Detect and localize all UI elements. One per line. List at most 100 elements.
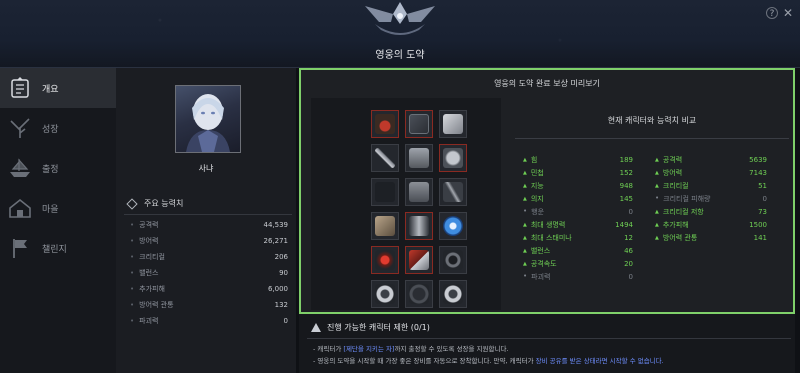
item-slot-artifact-2[interactable] xyxy=(405,280,433,308)
item-slot-boots[interactable] xyxy=(439,178,467,206)
compare-row: 의지 145 xyxy=(523,193,633,205)
stat-row: 파괴력 0 xyxy=(130,314,288,328)
compare-row: 방어력 관통 141 xyxy=(655,232,767,244)
diamond-icon xyxy=(126,197,138,210)
item-slot-cloak[interactable] xyxy=(405,212,433,240)
item-slot-ring-red[interactable] xyxy=(371,246,399,274)
stat-label: 밸런스 xyxy=(130,268,158,278)
item-slot-emblem[interactable] xyxy=(439,212,467,240)
equipment-grid xyxy=(311,98,501,310)
armor-icon xyxy=(409,148,429,168)
sidebar-item-overview[interactable]: 개요 xyxy=(0,68,116,108)
compare-label: 행운 xyxy=(523,207,544,217)
compare-value: 12 xyxy=(624,234,633,242)
stat-row: 추가피해 6,000 xyxy=(130,282,288,296)
stat-value: 0 xyxy=(283,317,288,325)
compare-value: 145 xyxy=(619,195,633,203)
sidebar-item-label: 마을 xyxy=(42,204,59,215)
item-slot-armor[interactable] xyxy=(405,144,433,172)
compare-label: 최대 생명력 xyxy=(523,220,565,230)
stat-row: 방어력 26,271 xyxy=(130,234,288,248)
weapon-icon xyxy=(375,148,395,168)
gloves-icon xyxy=(443,148,463,168)
notice-text: - 캐릭터가 xyxy=(313,345,344,353)
compare-row: 행운 0 xyxy=(523,206,633,218)
compare-row: 파괴력 0 xyxy=(523,271,633,283)
close-icon[interactable]: ✕ xyxy=(782,7,794,19)
header-banner: 영웅의 도약 ? ✕ xyxy=(0,0,800,68)
compare-value: 0 xyxy=(762,195,767,203)
character-portrait[interactable] xyxy=(175,85,241,153)
item-slot-necklace[interactable] xyxy=(405,110,433,138)
earring-icon xyxy=(375,114,395,134)
compare-title: 현재 캐릭터와 능력치 비교 xyxy=(607,116,697,125)
compare-row: 힘 189 xyxy=(523,154,633,166)
stat-value: 44,539 xyxy=(263,221,289,229)
compare-label: 크리티컬 저항 xyxy=(655,207,704,217)
red-ring-icon xyxy=(375,250,395,270)
tree-icon xyxy=(10,118,30,138)
sidebar-item-expedition[interactable]: 출정 xyxy=(0,148,116,188)
item-slot-belt[interactable] xyxy=(405,246,433,274)
compare-label: 추가피해 xyxy=(655,220,689,230)
compare-row: 추가피해 1500 xyxy=(655,219,767,231)
flag-icon xyxy=(13,239,27,258)
stats-header: 주요 능력치 xyxy=(126,197,183,210)
compare-row: 최대 생명력 1494 xyxy=(523,219,633,231)
sidebar-item-growth[interactable]: 성장 xyxy=(0,108,116,148)
sidebar-item-village[interactable]: 마을 xyxy=(0,188,116,228)
stat-value: 26,271 xyxy=(263,237,289,245)
stat-label: 추가피해 xyxy=(130,284,165,294)
compare-value: 0 xyxy=(628,208,633,216)
stat-value: 6,000 xyxy=(267,285,288,293)
item-slot-earring[interactable] xyxy=(371,110,399,138)
stat-row: 공격력 44,539 xyxy=(130,218,288,232)
sidebar-item-label: 챌린지 xyxy=(42,244,67,255)
compare-value: 141 xyxy=(753,234,767,242)
compare-value: 20 xyxy=(624,260,633,268)
sidebar-item-label: 개요 xyxy=(42,84,59,95)
sidebar-item-label: 출정 xyxy=(42,164,59,175)
sidebar: 개요 성장 출정 마을 챌린지 xyxy=(0,68,116,373)
compare-row: 크리티컬 피해량 0 xyxy=(655,193,767,205)
compare-value: 46 xyxy=(624,247,633,255)
preview-title: 영웅의 도약 완료 보상 미리보기 xyxy=(494,79,600,88)
compare-label: 크리티컬 xyxy=(655,181,689,191)
item-slot-pants[interactable] xyxy=(405,178,433,206)
item-slot-artifact-1[interactable] xyxy=(371,280,399,308)
compare-label: 공격력 xyxy=(655,155,682,165)
gem-ring-icon xyxy=(375,284,395,304)
empty-slot-icon xyxy=(375,182,395,202)
compare-label: 최대 스태미나 xyxy=(523,233,572,243)
compare-value: 152 xyxy=(619,169,633,177)
stat-label: 공격력 xyxy=(130,220,158,230)
cloak-icon xyxy=(409,216,429,236)
compare-row: 크리티컬 51 xyxy=(655,180,767,192)
sidebar-item-challenge[interactable]: 챌린지 xyxy=(0,228,116,268)
item-slot-shoulder[interactable] xyxy=(371,212,399,240)
compare-row: 민첩 152 xyxy=(523,167,633,179)
dark-ring-icon xyxy=(443,250,463,270)
help-icon[interactable]: ? xyxy=(766,7,778,19)
item-slot-artifact-3[interactable] xyxy=(439,280,467,308)
item-slot-empty[interactable] xyxy=(371,178,399,206)
item-slot-bracelet[interactable] xyxy=(439,110,467,138)
character-panel: 사냐 주요 능력치 공격력 44,539 방어력 26,271 크리티컬 206 밸런… xyxy=(116,68,296,373)
ship-icon xyxy=(10,158,30,177)
overview-icon xyxy=(11,77,29,98)
divider xyxy=(515,138,789,139)
item-slot-weapon[interactable] xyxy=(371,144,399,172)
compare-value: 948 xyxy=(619,182,633,190)
notice-highlight: 장비 공유를 받은 상태라면 시작할 수 없습니다. xyxy=(535,357,664,365)
stat-value: 90 xyxy=(279,269,288,277)
item-slot-ring-dark[interactable] xyxy=(439,246,467,274)
character-name: 사냐 xyxy=(198,164,214,173)
item-slot-gloves[interactable] xyxy=(439,144,467,172)
compare-row: 크리티컬 저항 73 xyxy=(655,206,767,218)
character-portrait-image xyxy=(186,94,230,152)
rune-icon xyxy=(409,284,429,304)
stat-label: 파괴력 xyxy=(130,316,158,326)
notice-title: 진행 가능한 캐릭터 제한 (0/1) xyxy=(327,323,430,332)
compare-row: 방어력 7143 xyxy=(655,167,767,179)
compare-label: 방어력 관통 xyxy=(655,233,697,243)
